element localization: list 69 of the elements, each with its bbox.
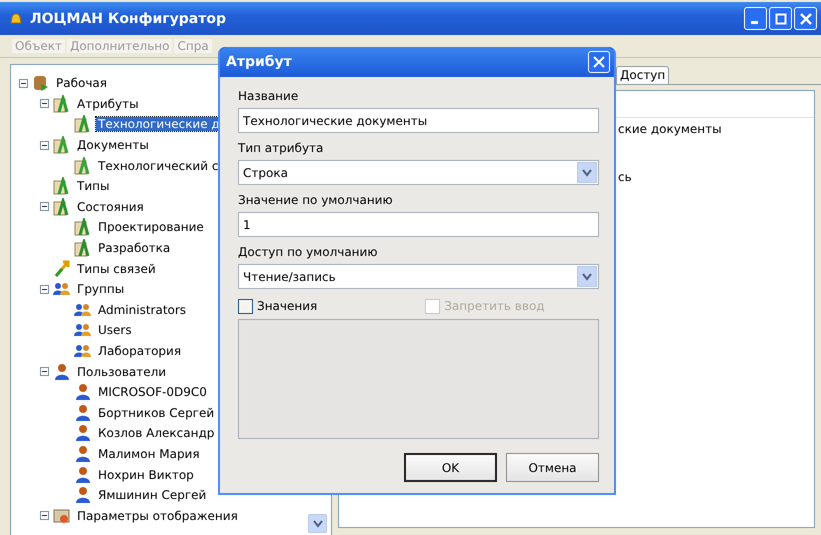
bell-icon (8, 10, 24, 26)
user-icon (74, 404, 92, 422)
user-icon (74, 383, 92, 402)
property-value: сь (618, 170, 633, 184)
tree-item[interactable]: Типы связей (75, 262, 158, 276)
scroll-down-button[interactable] (308, 514, 327, 533)
input-field[interactable]: Технологические документы (238, 108, 599, 133)
window-title: ЛОЦМАН Конфигуратор (30, 10, 227, 26)
close-icon (593, 56, 605, 68)
collapse-icon[interactable] (40, 140, 49, 150)
collapse-icon[interactable] (40, 99, 49, 108)
tree-item[interactable]: Параметры отображения (75, 508, 240, 523)
tree-item[interactable]: MICROSOF-0D9C0 (96, 385, 209, 400)
tree-item[interactable]: Типы (75, 179, 112, 194)
dialog-title: Атрибут (226, 54, 293, 70)
chevron-down-icon (582, 168, 592, 176)
minimize-icon (750, 21, 758, 24)
tree-item[interactable]: Users (96, 323, 134, 338)
dropdown-button[interactable] (577, 162, 597, 183)
user-icon (74, 424, 92, 442)
chevron-down-icon (582, 272, 592, 280)
tree-item[interactable]: Состояния (75, 200, 146, 214)
tree-item[interactable]: Лаборатория (96, 344, 184, 358)
tree-item[interactable]: Атрибуты (75, 96, 141, 111)
checkbox[interactable] (238, 298, 253, 314)
tree-item[interactable]: Ямшинин Сергей (96, 488, 208, 502)
tree-item[interactable]: Технологический с (96, 158, 220, 173)
tab[interactable]: Доступ (616, 66, 670, 84)
property-value: ские документы (618, 122, 723, 136)
input-field[interactable]: 1 (238, 212, 599, 237)
tree-item[interactable]: Разработка (96, 241, 172, 256)
field-label: Название (238, 89, 300, 105)
tree-item[interactable]: Пользователи (75, 364, 168, 379)
maximize-icon (774, 12, 786, 24)
minimize-button[interactable] (744, 7, 767, 30)
cancel-button[interactable]: Отмена (506, 453, 599, 482)
tree-item[interactable]: Козлов Александр (96, 426, 216, 440)
chevron-down-icon (312, 520, 322, 528)
dropdown-field[interactable]: Чтение/запись (238, 264, 599, 289)
tree-item[interactable]: Документы (75, 138, 151, 152)
tree-item[interactable]: Проектирование (96, 220, 206, 234)
close-button[interactable] (588, 51, 610, 73)
link-icon (53, 260, 71, 278)
tree-item[interactable]: Малимон Мария (96, 446, 202, 461)
user-icon (74, 466, 92, 484)
field-label: Значение по умолчанию (238, 193, 394, 209)
collapse-icon[interactable] (40, 367, 49, 376)
tree-item[interactable]: Нохрин Виктор (96, 468, 196, 482)
user-icon (53, 362, 71, 381)
collapse-icon[interactable] (40, 511, 49, 520)
maximize-button[interactable] (769, 7, 792, 30)
user-icon (74, 486, 92, 504)
tree-item[interactable]: Рабочая (54, 76, 109, 90)
checkbox-label: Значения (257, 299, 318, 313)
tree-item[interactable]: Administrators (96, 302, 188, 317)
tree-item[interactable]: Бортников Сергей (96, 406, 216, 420)
field-label: Тип атрибута (238, 141, 324, 157)
collapse-icon[interactable] (40, 202, 49, 212)
user-icon (74, 444, 92, 463)
dropdown-field[interactable]: Строка (238, 160, 599, 185)
field-label: Доступ по умолчанию (238, 245, 378, 261)
dropdown-button[interactable] (577, 266, 597, 287)
collapse-icon[interactable] (40, 284, 49, 294)
close-icon (800, 12, 812, 24)
collapse-icon[interactable] (19, 78, 28, 88)
tree-item[interactable]: Группы (75, 282, 126, 296)
ok-button[interactable]: OK (404, 453, 497, 482)
close-button[interactable] (794, 7, 817, 30)
checkbox-label: Запретить ввод (444, 299, 545, 313)
